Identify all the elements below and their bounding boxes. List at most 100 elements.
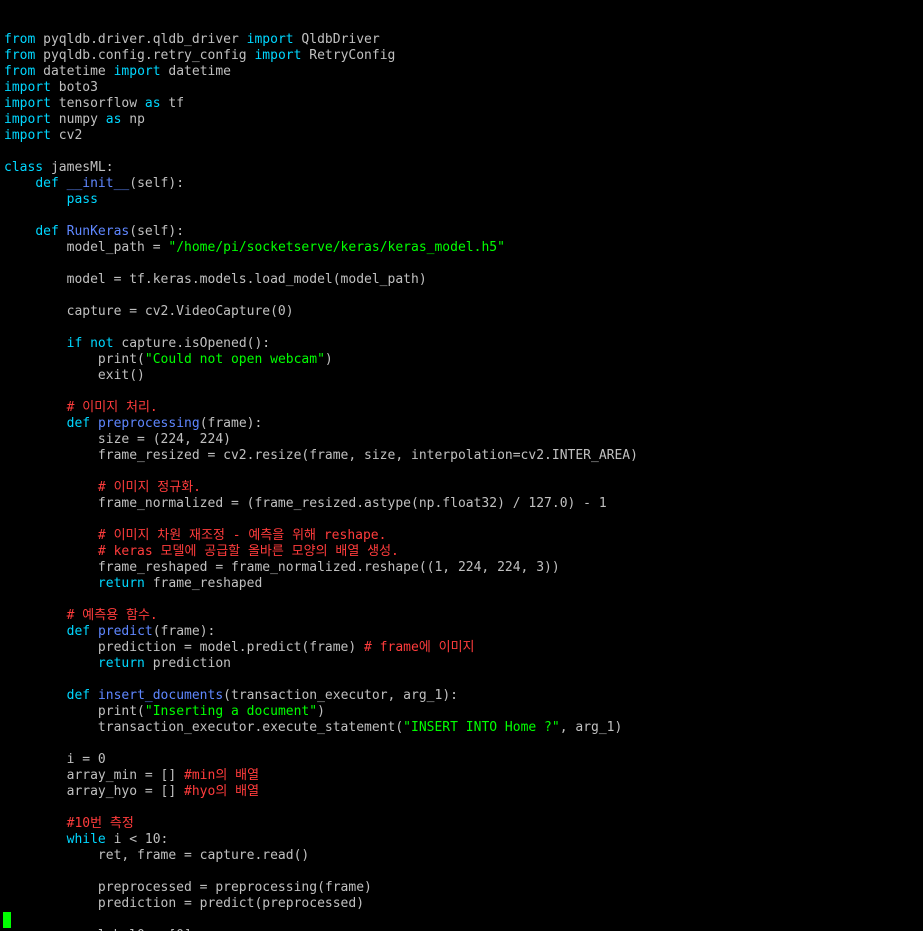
code-line[interactable]: # 예측용 함수. xyxy=(4,608,919,624)
code-line[interactable]: from pyqldb.config.retry_config import R… xyxy=(4,48,919,64)
keyword-token: as xyxy=(105,112,122,127)
code-line[interactable]: ret, frame = capture.read() xyxy=(4,848,919,864)
keyword-token: class xyxy=(4,160,44,175)
keyword-token: as xyxy=(144,96,161,111)
code-line[interactable]: return frame_reshaped xyxy=(4,576,919,592)
code-line[interactable] xyxy=(4,288,919,304)
keyword-token: def xyxy=(66,416,91,431)
comment-token: # keras 모델에 공급할 올바른 모양의 배열 생성. xyxy=(97,544,399,559)
code-text-token: preprocessed = preprocessing(frame) xyxy=(4,880,372,895)
code-line[interactable] xyxy=(4,144,919,160)
code-line[interactable] xyxy=(4,592,919,608)
keyword-token: while xyxy=(66,832,106,847)
code-text-token: size = (224, 224) xyxy=(4,432,231,447)
code-line[interactable]: def insert_documents(transaction_executo… xyxy=(4,688,919,704)
code-line[interactable]: model_path = "/home/pi/socketserve/keras… xyxy=(4,240,919,256)
code-text-token: prediction xyxy=(144,656,231,671)
code-line[interactable]: model = tf.keras.models.load_model(model… xyxy=(4,272,919,288)
code-line[interactable]: #10번 측정 xyxy=(4,816,919,832)
code-line[interactable]: import boto3 xyxy=(4,80,919,96)
code-line[interactable] xyxy=(4,384,919,400)
code-text-token: array_hyo = [] xyxy=(4,784,185,799)
string-token: "/home/pi/socketserve/keras/keras_model.… xyxy=(168,240,505,255)
code-text-token: capture.isOpened(): xyxy=(113,336,271,351)
keyword-token: from xyxy=(4,32,36,47)
keyword-token: not xyxy=(90,336,114,351)
comment-token: # 이미지 정규화. xyxy=(97,480,201,495)
keyword-token: return xyxy=(97,576,145,591)
code-line[interactable]: def preprocessing(frame): xyxy=(4,416,919,432)
code-line[interactable] xyxy=(4,256,919,272)
code-line[interactable]: prediction = model.predict(frame) # fram… xyxy=(4,640,919,656)
code-line[interactable]: def __init__(self): xyxy=(4,176,919,192)
code-line[interactable]: capture = cv2.VideoCapture(0) xyxy=(4,304,919,320)
code-line[interactable]: i = 0 xyxy=(4,752,919,768)
code-line[interactable]: prediction = predict(preprocessed) xyxy=(4,896,919,912)
code-area[interactable]: from pyqldb.driver.qldb_driver import Ql… xyxy=(4,32,919,931)
code-line[interactable]: # 이미지 정규화. xyxy=(4,480,919,496)
code-line[interactable]: # 이미지 처리. xyxy=(4,400,919,416)
code-text-token: frame_resized = cv2.resize(frame, size, … xyxy=(4,448,638,463)
code-line[interactable] xyxy=(4,864,919,880)
code-line[interactable] xyxy=(4,464,919,480)
code-line[interactable] xyxy=(4,736,919,752)
code-line[interactable]: import numpy as np xyxy=(4,112,919,128)
code-line[interactable]: from datetime import datetime xyxy=(4,64,919,80)
code-line[interactable]: return prediction xyxy=(4,656,919,672)
code-line[interactable]: from pyqldb.driver.qldb_driver import Ql… xyxy=(4,32,919,48)
code-line[interactable]: size = (224, 224) xyxy=(4,432,919,448)
code-line[interactable]: print("Inserting a document") xyxy=(4,704,919,720)
code-line[interactable]: preprocessed = preprocessing(frame) xyxy=(4,880,919,896)
code-line[interactable] xyxy=(4,512,919,528)
code-text-token: i < 10: xyxy=(105,832,169,847)
code-line[interactable]: frame_reshaped = frame_normalized.reshap… xyxy=(4,560,919,576)
code-line[interactable]: # keras 모델에 공급할 올바른 모양의 배열 생성. xyxy=(4,544,919,560)
code-line[interactable] xyxy=(4,672,919,688)
code-line[interactable]: if not capture.isOpened(): xyxy=(4,336,919,352)
comment-token: #10번 측정 xyxy=(66,816,134,831)
code-line[interactable]: def RunKeras(self): xyxy=(4,224,919,240)
code-text-token: , arg_1) xyxy=(559,720,623,735)
terminal-editor[interactable]: from pyqldb.driver.qldb_driver import Ql… xyxy=(4,0,919,931)
code-text-token: exit() xyxy=(4,368,145,383)
function-name-token: preprocessing xyxy=(97,416,200,431)
keyword-token: from xyxy=(4,64,36,79)
keyword-token: def xyxy=(66,688,91,703)
code-line[interactable]: def predict(frame): xyxy=(4,624,919,640)
code-line[interactable]: print("Could not open webcam") xyxy=(4,352,919,368)
code-text-token: print( xyxy=(4,704,145,719)
code-line[interactable]: frame_normalized = (frame_resized.astype… xyxy=(4,496,919,512)
code-line[interactable]: array_min = [] #min의 배열 xyxy=(4,768,919,784)
code-line[interactable]: while i < 10: xyxy=(4,832,919,848)
code-text-token: cv2 xyxy=(50,128,83,143)
code-line[interactable] xyxy=(4,208,919,224)
code-line[interactable]: frame_resized = cv2.resize(frame, size, … xyxy=(4,448,919,464)
code-text-token: frame_reshaped = frame_normalized.reshap… xyxy=(4,560,560,575)
code-line[interactable]: # 이미지 차원 재조정 - 예측을 위해 reshape. xyxy=(4,528,919,544)
code-line[interactable]: array_hyo = [] #hyo의 배열 xyxy=(4,784,919,800)
code-line[interactable] xyxy=(4,912,919,928)
code-line[interactable]: import cv2 xyxy=(4,128,919,144)
code-line[interactable]: class jamesML: xyxy=(4,160,919,176)
code-text-token: array_min = [] xyxy=(4,768,185,783)
code-line[interactable]: pass xyxy=(4,192,919,208)
code-line[interactable]: transaction_executor.execute_statement("… xyxy=(4,720,919,736)
code-line[interactable] xyxy=(4,800,919,816)
code-text-token: pyqldb.driver.qldb_driver xyxy=(35,32,247,47)
comment-token: #hyo의 배열 xyxy=(184,784,260,799)
comment-token: # 이미지 처리. xyxy=(66,400,158,415)
code-line[interactable] xyxy=(4,320,919,336)
code-line[interactable]: exit() xyxy=(4,368,919,384)
code-text-token: prediction = model.predict(frame) xyxy=(4,640,365,655)
code-line[interactable]: import tensorflow as tf xyxy=(4,96,919,112)
code-text-token: prediction = predict(preprocessed) xyxy=(4,896,365,911)
keyword-token: def xyxy=(66,624,91,639)
